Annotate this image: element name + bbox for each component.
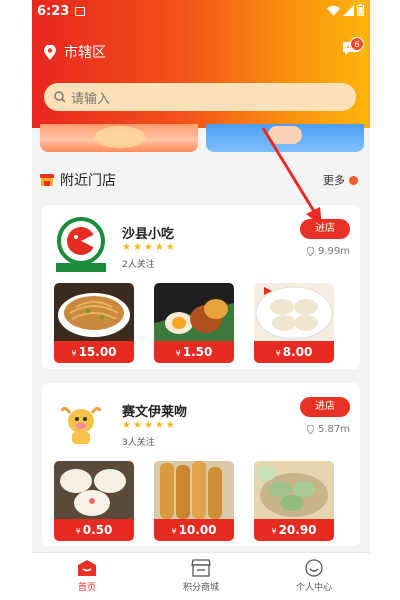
fried-noodles-image [54,283,134,341]
location-selector[interactable]: 市辖区 [44,42,106,62]
distance-label: 9.99m [317,246,350,257]
dumplings-image [254,283,334,341]
product-item[interactable]: ¥20.90 [254,461,334,541]
phone-screen: 6:23 市辖区 6 请输入 附近门店 更多 沙县小吃 ★★★★★ 2人关注 进… [32,0,370,600]
star-rating: ★★★★★ [122,242,177,253]
message-button[interactable]: 6 [342,37,364,60]
steamed-buns-image [54,461,134,519]
braised-eggs-image [154,283,234,341]
product-price: ¥20.90 [254,519,334,541]
product-row: ¥15.00 ¥1.50 ¥8.00 [54,283,350,363]
enter-store-button[interactable]: 进店 [300,397,350,417]
tab-points-mall-label: 积分商城 [182,583,219,593]
distance-pin-icon [306,425,314,434]
distance-pin-icon [306,247,314,256]
fried-dough-sticks-image [154,461,234,519]
product-item[interactable]: ¥0.50 [54,461,134,541]
more-link[interactable]: 更多 [323,172,358,188]
product-item[interactable]: ¥8.00 [254,283,334,363]
section-title-label: 附近门店 [60,173,116,189]
home-icon [78,560,96,576]
chevron-right-icon [349,175,358,185]
banner-carousel[interactable] [32,124,370,154]
store-logo [52,393,110,451]
location-pin-icon [44,44,56,60]
message-count-badge: 6 [350,37,364,51]
green-dumplings-image [254,461,334,519]
banner-slide-right[interactable] [206,124,364,152]
tab-profile[interactable]: 个人中心 [269,559,359,593]
image-notification-icon [75,7,85,16]
tab-points-mall[interactable]: 积分商城 [156,559,246,593]
product-price: ¥10.00 [154,519,234,541]
store-card[interactable]: 沙县小吃 ★★★★★ 2人关注 进店 9.99m ¥15.00 ¥1.50 ¥8… [42,205,360,369]
battery-icon [357,4,364,16]
more-label: 更多 [323,174,345,187]
product-price: ¥0.50 [54,519,134,541]
search-placeholder: 请输入 [71,91,111,107]
store-name: 赛文伊莱吻 [122,405,188,420]
store-distance: 9.99m [306,246,350,257]
wifi-icon [327,5,340,16]
star-rating: ★★★★★ [122,420,177,431]
product-row: ¥0.50 ¥10.00 ¥20.90 [54,461,350,541]
follower-count: 2人关注 [122,260,155,270]
product-item[interactable]: ¥15.00 [54,283,134,363]
follower-count: 3人关注 [122,438,155,448]
store-name: 沙县小吃 [122,227,175,242]
status-bar: 6:23 [32,0,370,24]
tab-home[interactable]: 首页 [42,559,132,593]
search-icon [54,91,66,103]
tab-home-label: 首页 [77,583,96,593]
banner-slide-left[interactable] [40,124,198,152]
profile-icon [305,559,323,577]
nearby-stores-title: 附近门店 [40,170,116,190]
store-logo [56,217,106,272]
store-icon [40,174,54,186]
product-item[interactable]: ¥1.50 [154,283,234,363]
distance-label: 5.87m [317,424,350,435]
store-distance: 5.87m [306,424,350,435]
tab-profile-label: 个人中心 [295,583,332,593]
product-price: ¥15.00 [54,341,134,363]
store-card[interactable]: 赛文伊莱吻 ★★★★★ 3人关注 进店 5.87m ¥0.50 ¥10.00 ¥… [42,383,360,546]
product-price: ¥1.50 [154,341,234,363]
product-item[interactable]: ¥10.00 [154,461,234,541]
enter-store-button[interactable]: 进店 [300,219,350,239]
bottom-tab-bar: 首页 积分商城 个人中心 [32,552,370,600]
product-price: ¥8.00 [254,341,334,363]
store-icon [191,559,211,577]
header: 6:23 市辖区 6 请输入 [32,0,370,128]
search-input[interactable]: 请输入 [44,83,356,111]
location-label: 市辖区 [64,45,106,61]
signal-icon [343,4,354,16]
status-time: 6:23 [37,4,70,19]
